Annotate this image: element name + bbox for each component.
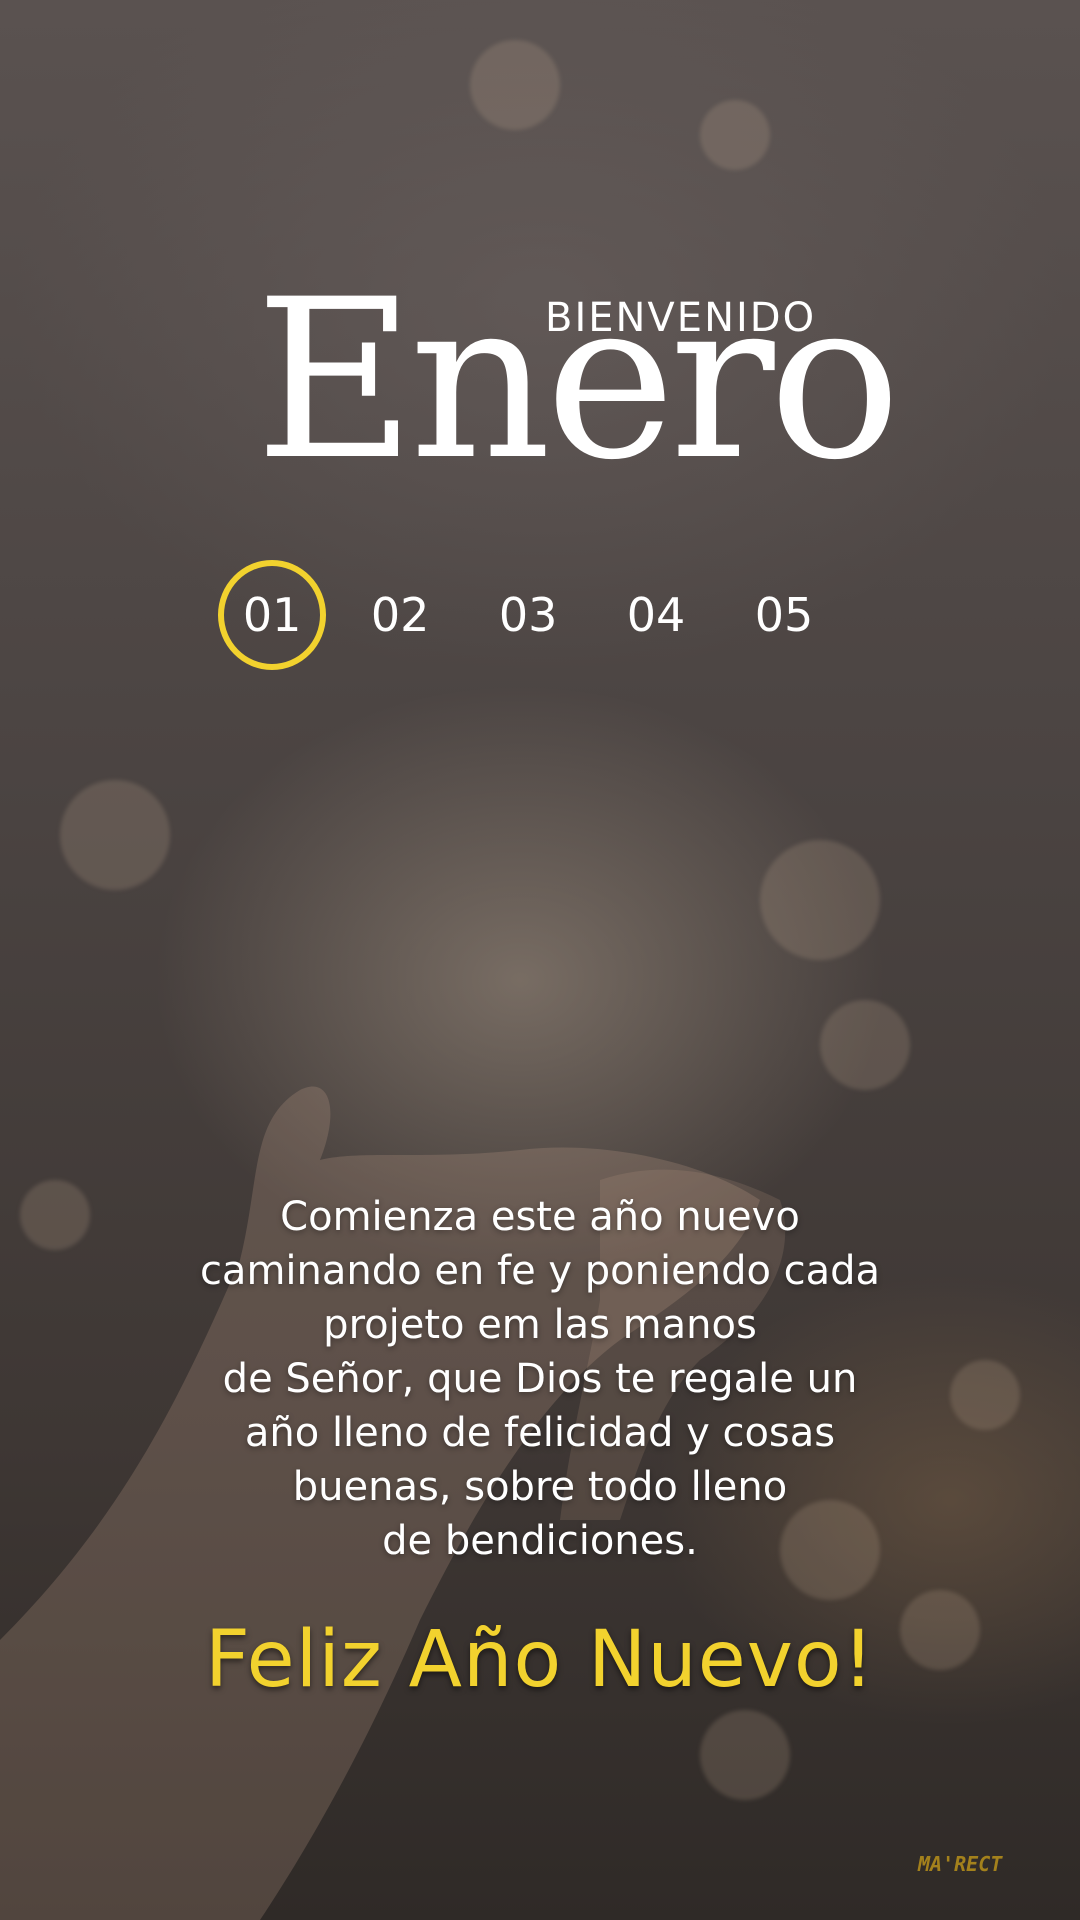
day-04-button[interactable]: 04	[602, 560, 710, 670]
watermark-logo: MA'RECT	[918, 1852, 1003, 1876]
day-05-button[interactable]: 05	[730, 560, 838, 670]
message-line: Comienza este año nuevo	[280, 1194, 800, 1240]
day-03-button[interactable]: 03	[474, 560, 582, 670]
month-title: Enero	[255, 252, 901, 508]
day-02-button[interactable]: 02	[346, 560, 454, 670]
message-line: buenas, sobre todo lleno	[292, 1464, 788, 1510]
greeting-text: Feliz Año Nuevo!	[205, 1615, 875, 1705]
day-selector: 01 02 03 04 05	[218, 560, 858, 670]
message-line: caminando en fe y poniendo cada	[199, 1248, 881, 1294]
day-01-button[interactable]: 01	[218, 560, 327, 670]
message-line: de bendiciones.	[382, 1518, 698, 1564]
new-year-message: Comienza este año nuevo caminando en fe …	[140, 1190, 940, 1568]
message-line: projeto em las manos	[323, 1302, 757, 1348]
message-line: año lleno de felicidad y cosas	[244, 1410, 836, 1456]
message-line: de Señor, que Dios te regale un	[222, 1356, 858, 1402]
